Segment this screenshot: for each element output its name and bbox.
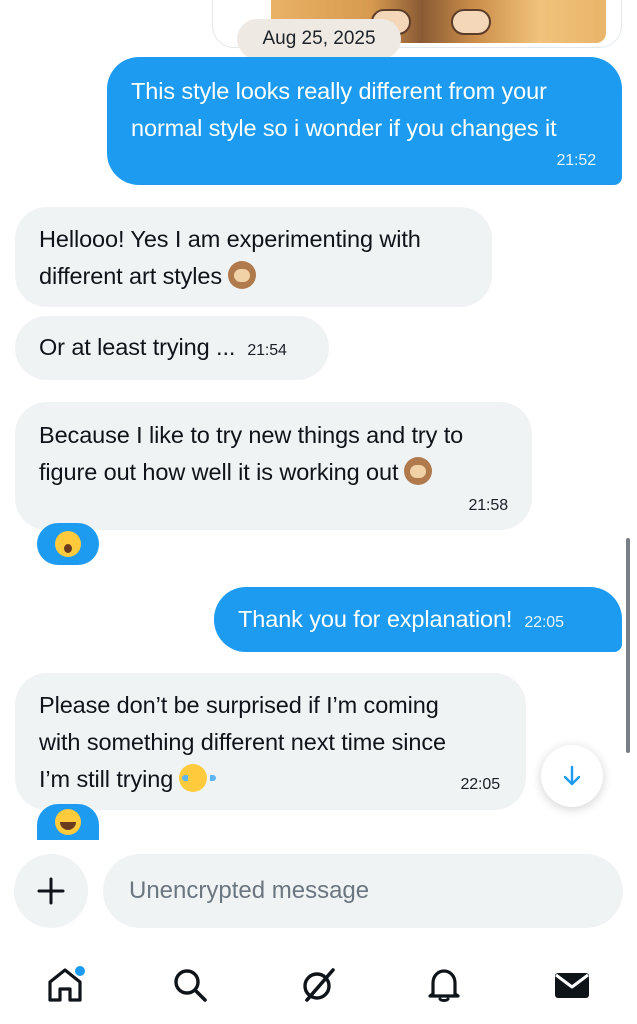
message-bubble-outgoing[interactable]: Thank you for explanation! 22:05 xyxy=(214,587,622,652)
date-separator: Aug 25, 2025 xyxy=(237,19,401,59)
plus-icon xyxy=(37,877,65,905)
home-icon xyxy=(48,966,85,1002)
message-timestamp: 21:54 xyxy=(247,342,287,359)
arrow-down-icon xyxy=(563,765,581,786)
message-bubble-outgoing[interactable]: This style looks really different from y… xyxy=(107,57,622,185)
tab-messages[interactable] xyxy=(542,955,602,1015)
scroll-to-bottom-button[interactable] xyxy=(541,745,603,807)
message-bubble-incoming[interactable]: Hellooo! Yes I am experimenting with dif… xyxy=(15,207,492,307)
tab-notifications[interactable] xyxy=(414,955,474,1015)
message-timestamp: 22:05 xyxy=(524,614,564,631)
bell-icon xyxy=(428,969,460,1002)
message-timestamp: 22:05 xyxy=(460,776,500,793)
see-no-evil-monkey-icon xyxy=(404,457,433,485)
message-timestamp: 21:52 xyxy=(556,152,596,169)
message-text-line: Because I like to try new things and try… xyxy=(39,422,464,448)
message-timestamp: 21:58 xyxy=(468,497,508,514)
add-attachment-button[interactable] xyxy=(14,854,88,928)
scrollbar-thumb[interactable] xyxy=(626,538,630,753)
tab-home[interactable] xyxy=(35,955,95,1015)
message-bubble-incoming[interactable]: Please don’t be surprised if I’m coming … xyxy=(15,673,526,810)
tab-search[interactable] xyxy=(160,955,220,1015)
mail-icon xyxy=(555,973,589,998)
tab-grok[interactable] xyxy=(288,955,348,1015)
see-no-evil-monkey-icon xyxy=(228,261,257,289)
grok-icon xyxy=(303,968,335,1002)
message-text-line: I’m still trying xyxy=(39,766,174,792)
message-text-line: figure out how well it is working out xyxy=(39,459,399,485)
message-text-line: normal style so i wonder if you changes … xyxy=(131,115,557,141)
tears-of-joy-face-icon xyxy=(55,809,81,835)
message-text-line: Thank you for explanation! 22:05 xyxy=(238,601,622,638)
message-text-line: This style looks really different from y… xyxy=(131,78,547,104)
message-reaction[interactable] xyxy=(37,523,99,565)
dm-conversation-screen: Aug 25, 2025 This style looks really dif… xyxy=(0,0,637,1024)
message-text-line: different art styles xyxy=(39,263,223,289)
message-text-line: different art styles xyxy=(39,258,492,295)
loudly-crying-face-icon xyxy=(179,764,217,792)
artwork-hand-right xyxy=(451,9,491,35)
message-text-line: with something different next time since xyxy=(39,729,447,755)
message-text-line: Or at least trying ... xyxy=(39,334,236,360)
search-icon xyxy=(174,969,207,1002)
message-bubble-incoming[interactable]: Or at least trying ... 21:54 xyxy=(15,316,329,380)
message-bubble-incoming[interactable]: Because I like to try new things and try… xyxy=(15,402,532,530)
message-text-line: Hellooo! Yes I am experimenting with xyxy=(39,226,421,252)
notification-dot xyxy=(75,966,85,976)
message-input[interactable] xyxy=(103,854,623,928)
message-text-line: Thank you for explanation! xyxy=(238,606,513,632)
message-text-line: Please don’t be surprised if I’m coming xyxy=(39,692,439,718)
surprised-face-icon xyxy=(55,531,81,557)
bottom-tab-bar xyxy=(0,945,637,1024)
message-text-line: Or at least trying ... 21:54 xyxy=(39,329,329,366)
message-text-line: I’m still trying xyxy=(39,761,526,798)
message-reaction[interactable] xyxy=(37,804,99,840)
message-text-line: figure out how well it is working out xyxy=(39,454,532,491)
